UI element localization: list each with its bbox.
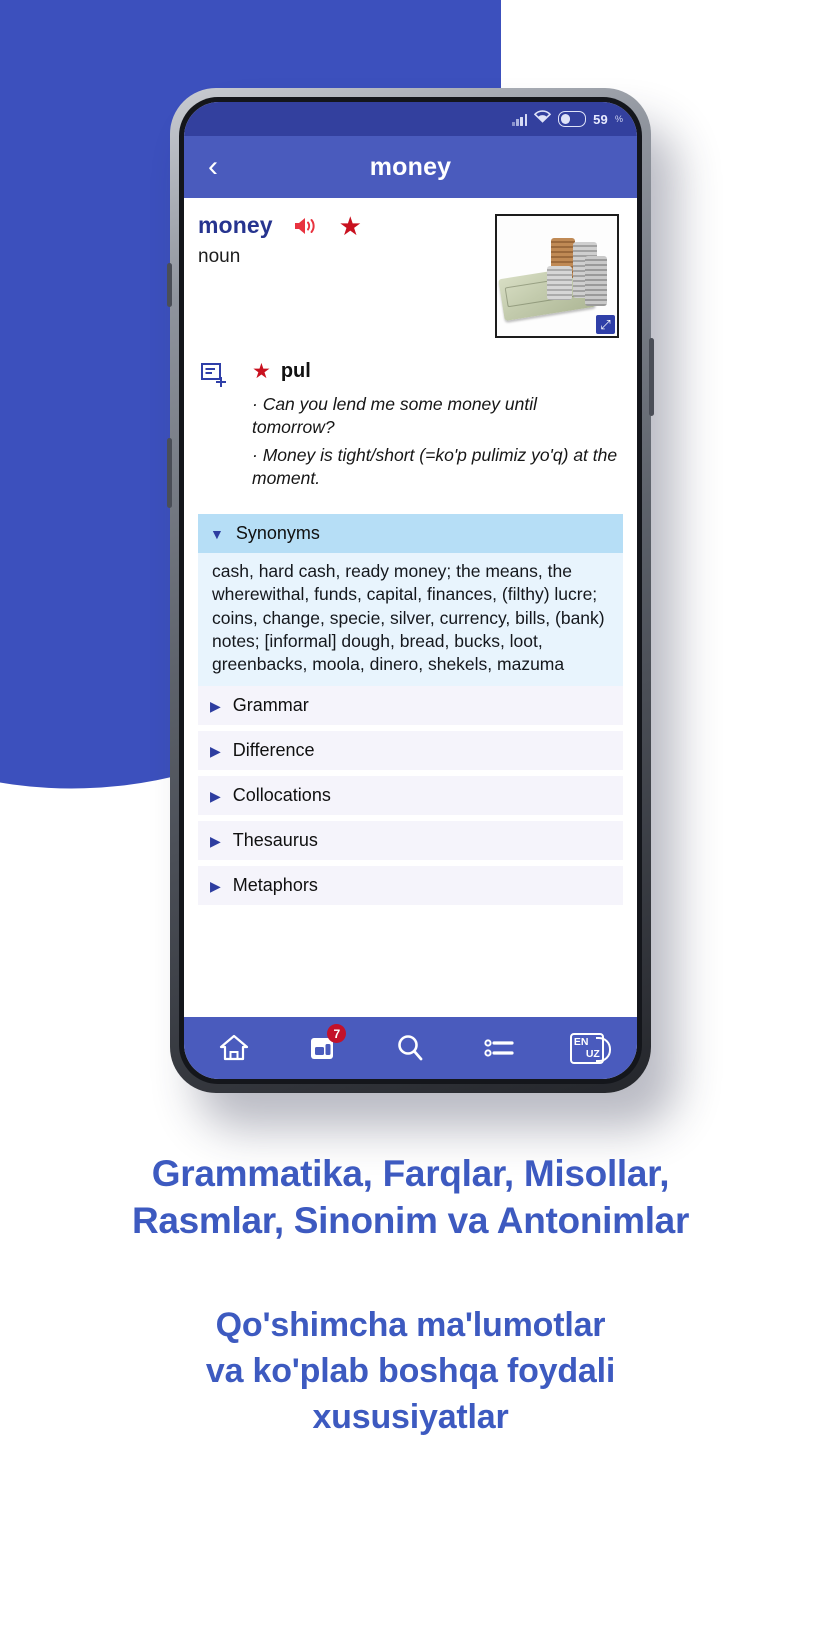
headline-line-1: Grammatika, Farqlar, Misollar, (151, 1153, 670, 1194)
expand-image-icon[interactable]: ⤢ (596, 315, 615, 334)
section-difference[interactable]: ▶ Difference (198, 731, 623, 771)
example-sentence: · Money is tight/short (=ko'p pulimiz yo… (252, 444, 618, 488)
example-sentence: · Can you lend me some money until tomor… (252, 394, 537, 438)
signal-bars-icon (512, 113, 528, 126)
sub-line-1: Qo'shimcha ma'lumotlar (215, 1305, 606, 1344)
headword-block: money ★ noun (198, 212, 495, 338)
chevron-right-icon: ▶ (210, 697, 221, 714)
nav-language-toggle-button[interactable]: EN UZ (561, 1026, 613, 1070)
nav-flashcards-button[interactable]: 7 (296, 1024, 348, 1070)
phone-volume-up-button (167, 263, 172, 307)
section-thesaurus[interactable]: ▶ Thesaurus (198, 821, 623, 861)
battery-percent: 59 (593, 111, 608, 127)
back-icon[interactable]: ‹ (190, 152, 236, 182)
chevron-right-icon: ▶ (210, 787, 221, 804)
sub-line-2: va ko'plab boshqa foydali (205, 1351, 616, 1390)
section-body: cash, hard cash, ready money; the means,… (198, 553, 623, 687)
entry-content: money ★ noun ⤢ ★ pul · Can you lend me s… (184, 198, 637, 1017)
section-label: Grammar (232, 695, 309, 716)
favorite-star-icon[interactable]: ★ (339, 213, 362, 239)
coin-stack (547, 266, 572, 300)
sub-line-3: xususiyatlar (312, 1397, 509, 1436)
chevron-right-icon: ▶ (210, 877, 221, 894)
nav-badge: 7 (327, 1024, 347, 1043)
language-toggle-icon: EN UZ (569, 1032, 611, 1064)
speaker-icon[interactable] (293, 215, 319, 237)
lang-from: EN (573, 1036, 589, 1048)
chevron-right-icon: ▶ (210, 832, 221, 849)
section-label: Difference (232, 740, 315, 761)
add-note-icon[interactable] (200, 362, 228, 390)
headword: money (198, 212, 273, 238)
coin-stack (585, 256, 607, 306)
examples-list: · Can you lend me some money until tomor… (252, 393, 621, 490)
status-bar: 59 % (184, 102, 637, 136)
section-grammar[interactable]: ▶ Grammar (198, 686, 623, 726)
lang-to: UZ (585, 1047, 600, 1060)
headword-row: money ★ noun ⤢ (184, 198, 637, 338)
chevron-right-icon: ▶ (210, 742, 221, 759)
nav-home-button[interactable] (208, 1026, 260, 1070)
section-label: Metaphors (232, 875, 318, 896)
marketing-copy: Grammatika, Farqlar, Misollar, Rasmlar, … (0, 1150, 821, 1440)
part-of-speech: noun (198, 246, 241, 267)
phone-bezel: 59 % ‹ money money ★ noun ⤢ ★ pul · Can … (179, 97, 642, 1084)
wifi-icon (533, 110, 552, 128)
chevron-down-icon: ▼ (210, 525, 224, 542)
section-collocations[interactable]: ▶ Collocations (198, 776, 623, 816)
battery-icon (558, 111, 587, 127)
nav-list-button[interactable] (473, 1026, 525, 1070)
section-label: Collocations (232, 785, 331, 806)
headline-line-2: Rasmlar, Sinonim va Antonimlar (131, 1200, 690, 1242)
app-bar: ‹ money (184, 136, 637, 198)
sections-accordion: ▼ Synonyms cash, hard cash, ready money;… (198, 514, 623, 906)
marketing-headline: Grammatika, Farqlar, Misollar, Rasmlar, … (0, 1150, 821, 1245)
list-icon (484, 1039, 514, 1057)
entry-image[interactable]: ⤢ (495, 214, 619, 338)
sense-body: ★ pul · Can you lend me some money until… (238, 360, 621, 494)
percent-symbol: % (614, 114, 623, 124)
section-label: Synonyms (235, 523, 320, 544)
home-icon (219, 1034, 249, 1061)
translation: pul (280, 360, 311, 382)
phone-screen: 59 % ‹ money money ★ noun ⤢ ★ pul · Can … (184, 102, 637, 1079)
bottom-navigation: 7 EN UZ (184, 1017, 637, 1079)
phone-mockup: 59 % ‹ money money ★ noun ⤢ ★ pul · Can … (167, 88, 654, 1093)
section-label: Thesaurus (232, 830, 318, 851)
sense-star-icon[interactable]: ★ (252, 361, 271, 382)
section-metaphors[interactable]: ▶ Metaphors (198, 866, 623, 906)
phone-volume-down-button (167, 438, 172, 508)
marketing-subheadline: Qo'shimcha ma'lumotlar va ko'plab boshqa… (0, 1303, 821, 1441)
search-icon (398, 1035, 423, 1061)
section-synonyms[interactable]: ▼ Synonyms cash, hard cash, ready money;… (198, 514, 623, 687)
page-title: money (369, 152, 452, 181)
nav-search-button[interactable] (384, 1026, 436, 1070)
sense-block: ★ pul · Can you lend me some money until… (184, 338, 637, 494)
phone-power-button (649, 338, 654, 416)
